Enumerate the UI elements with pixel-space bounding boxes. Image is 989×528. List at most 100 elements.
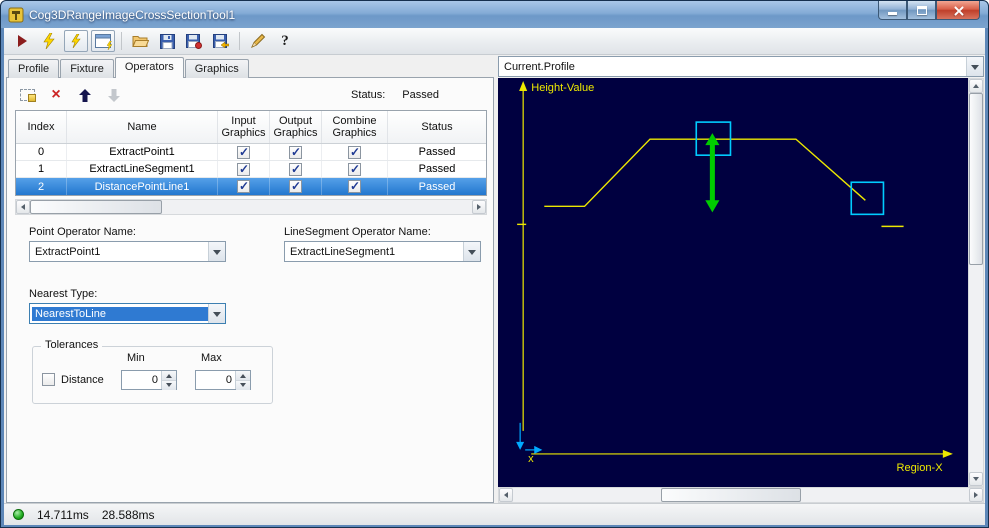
point-operator-combobox[interactable]: ExtractPoint1 bbox=[29, 241, 226, 262]
profile-plot[interactable]: Height-Value Region-X x bbox=[498, 78, 968, 487]
distance-arrow-head-bottom bbox=[705, 200, 720, 213]
distance-checkbox[interactable] bbox=[42, 373, 55, 386]
electric-tool-button[interactable] bbox=[64, 30, 88, 52]
scroll-up-button[interactable] bbox=[969, 79, 983, 93]
column-header-output-graphics[interactable]: Output Graphics bbox=[270, 111, 322, 143]
graphics-display-panel: Current.Profile Height-Value Region-X x bbox=[494, 55, 985, 503]
delete-operator-button[interactable]: × bbox=[46, 85, 66, 105]
spin-down-button[interactable] bbox=[236, 381, 250, 390]
scroll-track[interactable] bbox=[801, 488, 969, 502]
output-graphics-checkbox[interactable] bbox=[289, 179, 302, 193]
tab-graphics[interactable]: Graphics bbox=[184, 59, 249, 78]
spin-up-button[interactable] bbox=[162, 371, 176, 381]
maximize-button[interactable] bbox=[907, 1, 936, 20]
y-axis-label: Height-Value bbox=[531, 82, 594, 94]
plot-horizontal-scrollbar[interactable] bbox=[498, 487, 984, 503]
minimize-button[interactable] bbox=[878, 1, 907, 20]
toolbar-separator bbox=[239, 32, 240, 50]
tab-operators[interactable]: Operators bbox=[114, 57, 184, 78]
scroll-track[interactable] bbox=[513, 488, 661, 502]
scroll-left-button[interactable] bbox=[16, 200, 30, 214]
table-row-selected[interactable]: 2 DistancePointLine1 Passed bbox=[16, 178, 486, 195]
plot-vertical-scrollbar[interactable] bbox=[968, 78, 984, 487]
operators-tab-page: × Status: Passed Index Name Input Graphi… bbox=[6, 77, 494, 503]
line-marker-box[interactable] bbox=[850, 181, 885, 216]
cell-combine bbox=[322, 144, 388, 160]
electric-run-button[interactable] bbox=[37, 30, 61, 52]
input-graphics-checkbox[interactable] bbox=[237, 179, 250, 193]
tab-fixture[interactable]: Fixture bbox=[60, 59, 114, 78]
cell-input bbox=[218, 178, 270, 195]
column-header-input-graphics[interactable]: Input Graphics bbox=[218, 111, 270, 143]
import-record-button[interactable] bbox=[209, 30, 233, 52]
up-arrow-icon bbox=[240, 371, 246, 378]
status-led-icon bbox=[13, 509, 24, 520]
help-button[interactable]: ? bbox=[273, 30, 297, 52]
column-header-status[interactable]: Status bbox=[388, 111, 486, 143]
linesegment-operator-combobox[interactable]: ExtractLineSegment1 bbox=[284, 241, 481, 262]
column-header-name[interactable]: Name bbox=[67, 111, 218, 143]
titlebar[interactable]: Cog3DRangeImageCrossSectionTool1 bbox=[1, 1, 988, 28]
scroll-track[interactable] bbox=[162, 200, 472, 214]
profile-line bbox=[544, 138, 866, 208]
tab-profile[interactable]: Profile bbox=[8, 59, 60, 78]
scroll-right-button[interactable] bbox=[969, 488, 983, 502]
column-header-combine-graphics[interactable]: Combine Graphics bbox=[322, 111, 388, 143]
scroll-thumb[interactable] bbox=[969, 93, 983, 265]
main-toolbar: ? bbox=[4, 28, 985, 55]
nearest-type-combobox[interactable]: NearestToLine bbox=[29, 303, 226, 324]
max-value: 0 bbox=[225, 374, 232, 386]
arrow-down-icon bbox=[108, 88, 120, 102]
add-operator-button[interactable] bbox=[17, 85, 37, 105]
chevron-down-icon[interactable] bbox=[208, 242, 225, 261]
scroll-track[interactable] bbox=[969, 265, 983, 472]
cell-index: 1 bbox=[16, 161, 67, 177]
x-axis-label: Region-X bbox=[897, 462, 944, 474]
min-spinner[interactable]: 0 bbox=[121, 370, 177, 390]
move-up-button[interactable] bbox=[75, 85, 95, 105]
toolbar-separator bbox=[121, 32, 122, 50]
display-selector-combobox[interactable]: Current.Profile bbox=[498, 56, 984, 77]
input-graphics-checkbox[interactable] bbox=[237, 162, 250, 176]
max-spinner[interactable]: 0 bbox=[195, 370, 251, 390]
chevron-down-icon[interactable] bbox=[208, 304, 225, 323]
scroll-right-button[interactable] bbox=[472, 200, 486, 214]
save-button[interactable] bbox=[155, 30, 179, 52]
min-value: 0 bbox=[151, 374, 158, 386]
play-icon bbox=[18, 35, 27, 47]
combine-graphics-checkbox[interactable] bbox=[348, 179, 361, 193]
move-down-button[interactable] bbox=[104, 85, 124, 105]
output-graphics-checkbox[interactable] bbox=[289, 162, 302, 176]
close-button[interactable] bbox=[936, 1, 980, 20]
chevron-down-icon[interactable] bbox=[966, 57, 983, 76]
edit-control-button[interactable] bbox=[246, 30, 270, 52]
input-graphics-checkbox[interactable] bbox=[237, 145, 250, 159]
chevron-down-icon[interactable] bbox=[463, 242, 480, 261]
save-record-button[interactable] bbox=[182, 30, 206, 52]
combine-graphics-checkbox[interactable] bbox=[348, 162, 361, 176]
window-controls bbox=[878, 1, 980, 20]
operators-table: Index Name Input Graphics Output Graphic… bbox=[15, 110, 487, 196]
combine-graphics-checkbox[interactable] bbox=[348, 145, 361, 159]
scroll-thumb[interactable] bbox=[30, 200, 162, 214]
scroll-down-button[interactable] bbox=[969, 472, 983, 486]
result-graphics-button[interactable] bbox=[91, 30, 115, 52]
origin-arrow-right bbox=[534, 445, 543, 454]
table-row[interactable]: 1 ExtractLineSegment1 Passed bbox=[16, 161, 486, 178]
x-axis-arrow bbox=[942, 449, 953, 458]
spin-down-button[interactable] bbox=[162, 381, 176, 390]
total-time: 28.588ms bbox=[101, 507, 155, 522]
open-button[interactable] bbox=[128, 30, 152, 52]
run-button[interactable] bbox=[10, 30, 34, 52]
cell-index: 0 bbox=[16, 144, 67, 160]
scroll-thumb[interactable] bbox=[661, 488, 801, 502]
arrow-up-icon bbox=[79, 88, 91, 102]
table-horizontal-scrollbar[interactable] bbox=[15, 199, 487, 215]
cell-output bbox=[270, 161, 322, 177]
point-operator-label: Point Operator Name: bbox=[29, 226, 136, 238]
table-row[interactable]: 0 ExtractPoint1 Passed bbox=[16, 144, 486, 161]
column-header-index[interactable]: Index bbox=[16, 111, 67, 143]
output-graphics-checkbox[interactable] bbox=[289, 145, 302, 159]
scroll-left-button[interactable] bbox=[499, 488, 513, 502]
spin-up-button[interactable] bbox=[236, 371, 250, 381]
